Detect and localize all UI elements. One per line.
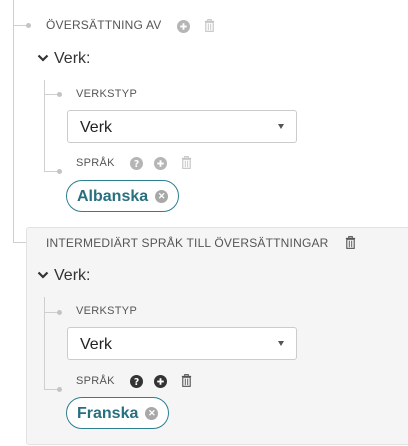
language-tag-label: Franska [77,404,139,422]
svg-text:?: ? [134,377,139,388]
plus-circle-icon[interactable] [177,20,190,33]
caret-down-icon [278,341,284,346]
times-circle-icon[interactable]: ✕ [145,406,159,420]
times-circle-icon[interactable]: ✕ [155,189,169,203]
tree-node-dot [57,92,62,97]
language-tag-label: Albanska [77,187,149,205]
section-label-intermediart-sprak: INTERMEDIÄRT SPRÅK TILL ÖVERSÄTTNINGAR [46,236,329,250]
trash-icon[interactable] [203,19,216,32]
chevron-down-icon[interactable] [37,270,49,280]
sprak-label: SPRÅK [76,375,115,387]
tree-line [13,0,14,242]
svg-text:?: ? [134,159,139,170]
verkstyp-select-value: Verk [80,119,113,136]
verkstyp-select-value: Verk [80,336,113,353]
section-label-oversattning-av: ÖVERSÄTTNING AV [46,18,162,32]
verkstyp-label: VERKSTYP [76,305,138,317]
trash-icon[interactable] [344,236,357,249]
tree-line [44,297,45,389]
tree-node-dot [57,387,62,392]
tree-node-dot [57,169,62,174]
tree-node-dot [57,310,62,315]
trash-icon[interactable] [180,374,193,387]
plus-circle-icon[interactable] [154,375,167,388]
plus-circle-icon[interactable] [154,157,167,170]
caret-down-icon [278,124,284,129]
work-heading: Verk: [54,50,91,67]
question-circle-icon[interactable]: ? [130,157,143,170]
trash-icon[interactable] [180,156,193,169]
language-tag[interactable]: Franska ✕ [66,397,170,429]
chevron-down-icon[interactable] [37,53,49,63]
verkstyp-select[interactable]: Verk [67,327,297,360]
question-circle-icon[interactable]: ? [130,375,143,388]
verkstyp-label: VERKSTYP [76,88,138,100]
verkstyp-select[interactable]: Verk [67,110,297,143]
language-tag[interactable]: Albanska ✕ [66,180,180,212]
work-heading: Verk: [54,267,91,284]
tree-node-dot [26,23,31,28]
sprak-label: SPRÅK [76,157,115,169]
